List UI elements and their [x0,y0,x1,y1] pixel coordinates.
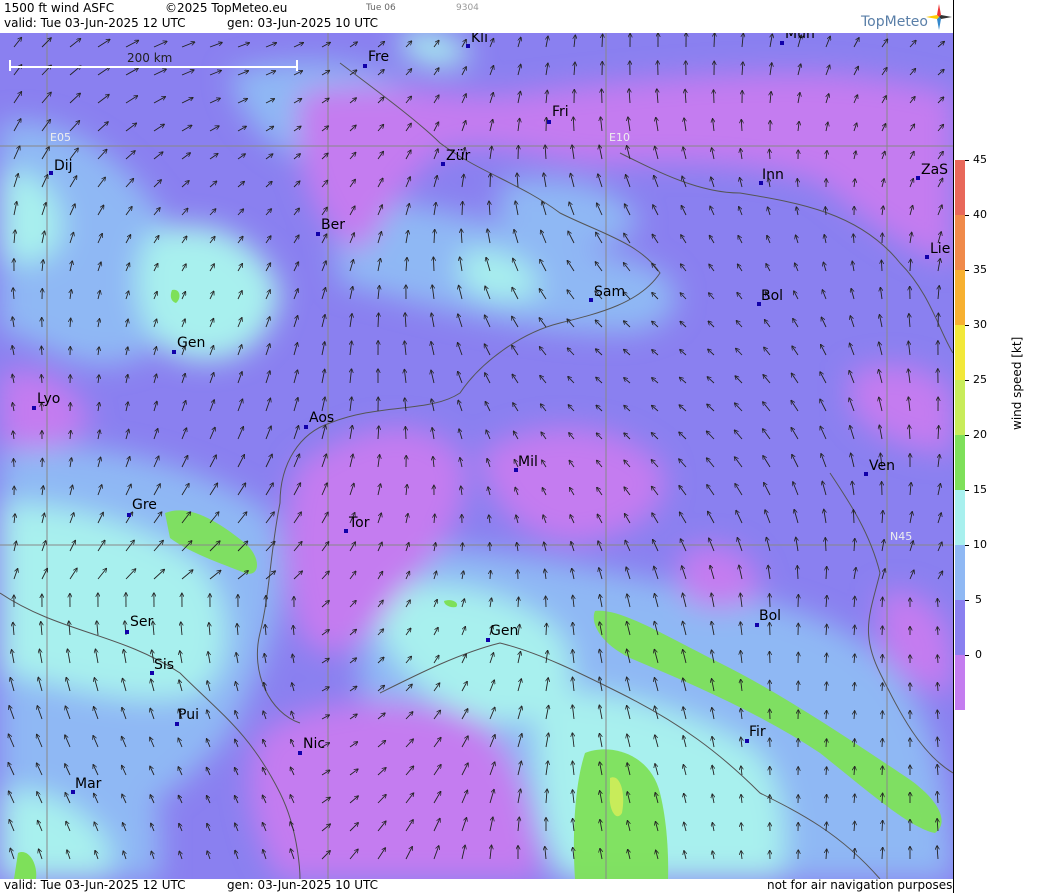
colorbar-tick [965,545,969,546]
copyright-text: ©2025 TopMeteo.eu [165,1,288,15]
wind-arrow [490,571,491,580]
grid-label-e05: E05 [50,131,71,144]
colorbar-tick-label: 45 [973,153,987,166]
wind-arrow [882,821,883,832]
colorbar-segment [955,435,965,490]
wind-arrow [826,767,827,776]
colorbar-segment [955,380,965,435]
colorbar-tick [965,490,969,491]
wind-arrow [882,655,883,664]
colorbar-tick-label: 20 [973,428,987,441]
wind-arrow [462,543,463,552]
wind-arrow [433,257,434,272]
wind-arrow [714,90,715,104]
colorbar-segment [955,600,965,655]
colorbar-tick-label: 40 [973,208,987,221]
wind-arrow [937,599,938,608]
code-label: 9304 [456,3,479,13]
wind-arrow [882,766,883,776]
compass-logo-icon [926,4,952,30]
wind-arrow [882,793,883,804]
header-bar: 1500 ft wind ASFC ©2025 TopMeteo.eu Tue … [0,0,953,33]
footer-bar: valid: Tue 03-Jun-2025 12 UTC gen: 03-Ju… [0,878,953,893]
wind-arrow [41,346,42,356]
wind-arrow [714,33,715,48]
legend-panel [953,0,1045,893]
wind-arrow [882,597,883,608]
colorbar-segment [955,215,965,270]
colorbar-tick [965,325,969,326]
colorbar-tick [965,215,969,216]
colorbar-tick [965,435,969,436]
wind-arrow [770,623,771,636]
wind-arrow [770,652,771,664]
colorbar-tick [965,600,969,601]
wind-arrow [14,459,15,468]
wind-arrow [882,683,883,692]
colorbar-segment [955,545,965,600]
colorbar-tick-label: 5 [975,593,982,606]
colorbar-tick-label: 15 [973,483,987,496]
colorbar-tick [965,160,969,161]
wind-arrow [826,739,827,748]
colorbar-tick [965,380,969,381]
colorbar-unit-label: wind speed [kt] [1010,336,1024,430]
wind-arrow [405,427,406,440]
footer-gen-time: gen: 03-Jun-2025 10 UTC [227,878,379,892]
wind-map-canvas [0,33,953,879]
colorbar-segment [955,655,965,710]
wind-arrow [490,174,491,188]
wind-arrow [882,626,883,636]
wind-arrow [937,627,938,636]
wind-arrow [518,597,519,608]
wind-arrow [937,655,938,664]
colorbar-tick [965,270,969,271]
colorbar-tick-label: 0 [975,648,982,661]
colorbar-tick-label: 10 [973,538,987,551]
grid-label-n45: N45 [890,530,913,543]
colorbar-segment [955,270,965,325]
footer-valid-time: valid: Tue 03-Jun-2025 12 UTC [4,878,186,892]
disclaimer-text: not for air navigation purposes [767,878,953,892]
wind-arrow [853,510,854,524]
valid-time: valid: Tue 03-Jun-2025 12 UTC [4,16,186,30]
day-label: Tue 06 [366,3,396,13]
wind-arrow [546,624,547,636]
wind-arrow [378,313,379,328]
product-title: 1500 ft wind ASFC [4,1,115,15]
wind-arrow [770,594,771,608]
colorbar-tick-label: 35 [973,263,987,276]
wind-arrow [882,739,883,748]
wind-arrow [462,202,463,216]
colorbar-segment [955,490,965,545]
brand-logo: TopMeteo [861,14,928,30]
scale-label: 200 km [127,51,173,65]
wind-map[interactable]: 200 km E05 E10 N45 Kli Mun Fre Fri Dij Z… [0,33,953,879]
colorbar-segment [955,325,965,380]
wind-arrow [882,711,883,720]
wind-arrow [826,795,827,804]
colorbar-tick-label: 30 [973,318,987,331]
colorbar-tick [965,655,969,656]
wind-arrow [602,34,603,48]
gen-time: gen: 03-Jun-2025 10 UTC [227,16,379,30]
grid-label-e10: E10 [609,131,630,144]
wind-arrow [937,683,938,692]
wind-arrow [881,260,882,272]
wind-arrow [826,711,827,720]
colorbar-segment [955,160,965,215]
wind-arrow [602,89,603,104]
colorbar-tick-label: 25 [973,373,987,386]
